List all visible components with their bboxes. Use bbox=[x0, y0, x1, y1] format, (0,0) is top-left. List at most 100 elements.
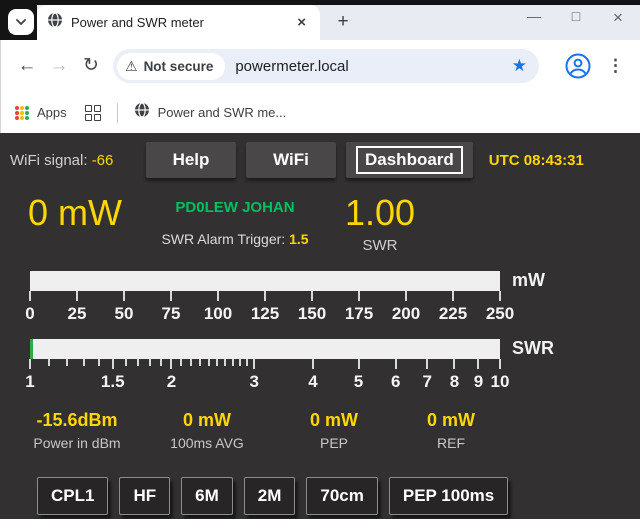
dashboard-button-label: Dashboard bbox=[356, 146, 463, 174]
swr-meter-scale-label: 8 bbox=[450, 372, 459, 392]
swr-meter-scale-label: 10 bbox=[491, 372, 510, 392]
swr-meter-scale-label: 3 bbox=[250, 372, 259, 392]
power-meter-scale-label: 100 bbox=[204, 304, 232, 324]
swr-meter-ticks bbox=[30, 359, 500, 370]
power-meter-scale-label: 125 bbox=[251, 304, 279, 324]
swr-value-big: 1.00 bbox=[310, 192, 450, 234]
power-meter-tick bbox=[358, 291, 360, 301]
power-meter-scale: 0255075100125150175200225250 bbox=[30, 304, 500, 328]
bookmarks-bar: Apps Power and SWR me... bbox=[0, 92, 640, 133]
swr-meter-tick bbox=[170, 359, 172, 369]
globe-favicon-icon bbox=[134, 102, 150, 123]
readout-label: REF bbox=[390, 435, 512, 451]
swr-meter-tick bbox=[125, 359, 127, 366]
swr-meter-tick bbox=[112, 359, 114, 369]
help-button[interactable]: Help bbox=[146, 142, 236, 178]
70cm-button[interactable]: 70cm bbox=[306, 477, 377, 515]
readout-label: PEP bbox=[278, 435, 390, 451]
help-button-label: Help bbox=[173, 150, 210, 170]
power-meter-page: WiFi signal: -66 Help WiFi Dashboard UTC 0… bbox=[0, 133, 640, 519]
power-meter-tick bbox=[76, 291, 78, 301]
security-chip[interactable]: ⚠ Not secure bbox=[117, 53, 225, 80]
swr-meter-tick bbox=[48, 359, 50, 366]
minimize-button[interactable]: — bbox=[526, 8, 542, 28]
reload-button[interactable]: ↻ bbox=[75, 50, 107, 82]
swr-meter-tick bbox=[149, 359, 151, 366]
apps-shortcut[interactable]: Apps bbox=[37, 105, 67, 120]
collections-icon[interactable] bbox=[85, 105, 101, 121]
readout-pep: 0 mWPEP bbox=[278, 410, 390, 451]
dashboard-button[interactable]: Dashboard bbox=[346, 142, 473, 178]
swr-meter-tick bbox=[190, 359, 192, 366]
wifi-signal-value: -66 bbox=[92, 152, 114, 169]
power-meter-scale-label: 250 bbox=[486, 304, 514, 324]
hf-button[interactable]: HF bbox=[119, 477, 170, 515]
power-meter-scale-label: 150 bbox=[298, 304, 326, 324]
swr-meter-unit-label: SWR bbox=[512, 338, 554, 359]
swr-meter-scale-label: 2 bbox=[167, 372, 176, 392]
tab-search-button[interactable] bbox=[8, 9, 34, 35]
power-meter-ticks bbox=[30, 291, 500, 302]
url-text[interactable]: powermeter.local bbox=[235, 58, 505, 75]
tab-strip: Power and SWR meter × + — □ × bbox=[0, 0, 640, 40]
wifi-button[interactable]: WiFi bbox=[246, 142, 336, 178]
cpl1-button[interactable]: CPL1 bbox=[37, 477, 108, 515]
2m-button[interactable]: 2M bbox=[244, 477, 296, 515]
swr-meter-scale-label: 4 bbox=[308, 372, 317, 392]
back-button[interactable]: ← bbox=[11, 50, 43, 82]
readout-value: -15.6dBm bbox=[18, 410, 136, 431]
swr-meter-tick bbox=[477, 359, 479, 369]
6m-button[interactable]: 6M bbox=[181, 477, 233, 515]
swr-meter-tick bbox=[499, 359, 501, 369]
forward-button[interactable]: → bbox=[43, 50, 75, 82]
globe-favicon-icon bbox=[47, 12, 63, 33]
wifi-button-label: WiFi bbox=[273, 150, 309, 170]
swr-meter-tick bbox=[199, 359, 201, 366]
power-meter-scale-label: 25 bbox=[68, 304, 87, 324]
power-meter-tick bbox=[311, 291, 313, 301]
swr-meter-scale-label: 1.5 bbox=[101, 372, 125, 392]
readout-value: 0 mW bbox=[136, 410, 278, 431]
power-meter: mW 0255075100125150175200225250 bbox=[0, 270, 640, 328]
swr-meter-scale-label: 6 bbox=[391, 372, 400, 392]
bookmark-star-icon[interactable]: ★ bbox=[506, 56, 533, 76]
swr-meter-scale-label: 5 bbox=[354, 372, 363, 392]
chevron-down-icon bbox=[15, 13, 27, 31]
power-meter-tick bbox=[264, 291, 266, 301]
new-tab-button[interactable]: + bbox=[330, 9, 356, 35]
tab-close-button[interactable]: × bbox=[293, 14, 310, 31]
browser-toolbar: ← → ↻ ⚠ Not secure powermeter.local ★ ⋮ bbox=[0, 40, 640, 92]
swr-meter-tick bbox=[98, 359, 100, 366]
swr-meter-tick bbox=[216, 359, 218, 366]
power-meter-scale-label: 225 bbox=[439, 304, 467, 324]
pep-100ms-button[interactable]: PEP 100ms bbox=[389, 477, 508, 515]
browser-tab[interactable]: Power and SWR meter × bbox=[37, 5, 320, 40]
address-bar[interactable]: ⚠ Not secure powermeter.local ★ bbox=[113, 49, 539, 83]
readout-power-in-dbm: -15.6dBmPower in dBm bbox=[18, 410, 136, 451]
page-header: WiFi signal: -66 Help WiFi Dashboard UTC 0… bbox=[0, 142, 640, 178]
bookmark-title: Power and SWR me... bbox=[158, 105, 287, 120]
bookmark-item[interactable]: Power and SWR me... bbox=[134, 102, 287, 123]
swr-meter-tick bbox=[180, 359, 182, 366]
power-meter-scale-label: 175 bbox=[345, 304, 373, 324]
summary-row: 0 mW PD0LEW JOHAN SWR Alarm Trigger: 1.5… bbox=[0, 192, 640, 258]
swr-meter-scale-label: 9 bbox=[474, 372, 483, 392]
wifi-signal: WiFi signal: -66 bbox=[6, 152, 146, 169]
power-meter-tick bbox=[170, 291, 172, 301]
profile-icon[interactable] bbox=[565, 53, 591, 79]
power-meter-bar bbox=[30, 271, 500, 291]
swr-meter-tick bbox=[239, 359, 241, 366]
swr-meter-tick bbox=[395, 359, 397, 369]
tab-title: Power and SWR meter bbox=[71, 15, 293, 30]
swr-alarm-label: SWR Alarm Trigger: bbox=[161, 231, 285, 247]
utc-clock: UTC 08:43:31 bbox=[489, 152, 584, 169]
menu-dots-icon[interactable]: ⋮ bbox=[601, 56, 630, 76]
power-meter-unit-label: mW bbox=[512, 270, 545, 291]
swr-meter-tick bbox=[160, 359, 162, 366]
power-meter-tick bbox=[499, 291, 501, 301]
power-meter-tick bbox=[405, 291, 407, 301]
swr-meter-tick bbox=[253, 359, 255, 369]
maximize-button[interactable]: □ bbox=[568, 8, 584, 28]
swr-alarm-value: 1.5 bbox=[289, 231, 308, 247]
close-window-button[interactable]: × bbox=[610, 8, 626, 28]
